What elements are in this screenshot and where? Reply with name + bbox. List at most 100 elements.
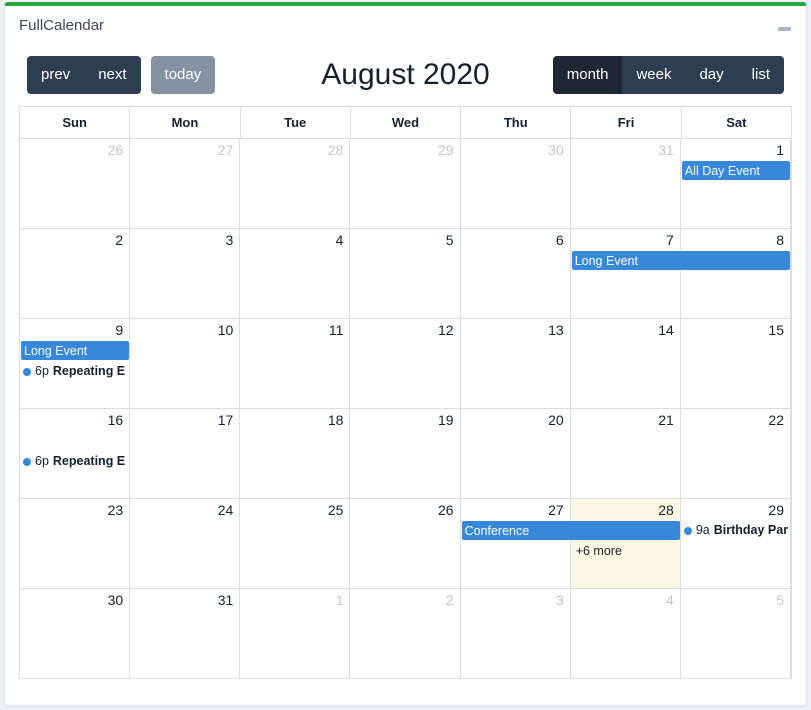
day-number[interactable]: 15 [681, 319, 790, 339]
day-number[interactable]: 31 [571, 139, 680, 159]
calendar-event[interactable]: Conference [461, 521, 680, 540]
view-button-day[interactable]: day [685, 56, 738, 94]
day-cell[interactable]: 28 [240, 139, 351, 228]
day-cell[interactable]: 1 [680, 139, 791, 228]
day-cell[interactable]: 8 [680, 229, 791, 318]
day-cell[interactable]: 26 [350, 499, 461, 588]
day-number[interactable]: 19 [350, 409, 459, 429]
day-number[interactable]: 2 [350, 589, 459, 609]
day-cell[interactable]: 30 [20, 589, 131, 678]
day-number[interactable]: 21 [571, 409, 680, 429]
day-number[interactable]: 30 [461, 139, 570, 159]
day-number[interactable]: 11 [240, 319, 349, 339]
day-number[interactable]: 9 [20, 319, 129, 339]
day-number[interactable]: 26 [20, 139, 129, 159]
day-cell[interactable]: 11 [240, 319, 351, 408]
view-button-week[interactable]: week [622, 56, 686, 94]
day-cell[interactable]: 2 [20, 229, 131, 318]
day-cell[interactable]: 6 [460, 229, 571, 318]
day-number[interactable]: 1 [681, 139, 790, 159]
day-number[interactable]: 3 [130, 229, 239, 249]
today-button[interactable]: today [150, 56, 216, 94]
day-number[interactable]: 17 [130, 409, 239, 429]
day-cell[interactable]: 30 [460, 139, 571, 228]
day-cell[interactable]: 20 [460, 409, 571, 498]
day-cell[interactable]: 18 [240, 409, 351, 498]
day-number[interactable]: 29 [681, 499, 790, 519]
day-number[interactable]: 16 [20, 409, 129, 429]
view-button-month[interactable]: month [552, 56, 623, 94]
day-number[interactable]: 5 [350, 229, 459, 249]
day-cell[interactable]: 23 [20, 499, 131, 588]
day-cell[interactable]: 26 [20, 139, 131, 228]
minimize-icon[interactable] [775, 20, 793, 38]
prev-button[interactable]: prev [27, 56, 85, 94]
day-cell[interactable]: 24 [130, 499, 241, 588]
day-number[interactable]: 27 [130, 139, 239, 159]
day-number[interactable]: 4 [571, 589, 680, 609]
day-number[interactable]: 8 [681, 229, 790, 249]
day-cell[interactable]: 4 [570, 589, 681, 678]
day-number[interactable]: 6 [461, 229, 570, 249]
day-number[interactable]: 25 [240, 499, 349, 519]
day-number[interactable]: 26 [350, 499, 459, 519]
day-number[interactable]: 31 [130, 589, 239, 609]
day-cell[interactable]: 7 [570, 229, 681, 318]
more-events-link[interactable]: +6 more [572, 542, 680, 561]
day-cell[interactable]: 17 [130, 409, 241, 498]
day-number[interactable]: 2 [20, 229, 129, 249]
calendar-event[interactable]: 6p Repeating E [21, 362, 129, 381]
day-number[interactable]: 13 [461, 319, 570, 339]
next-button[interactable]: next [84, 56, 141, 94]
day-number[interactable]: 22 [681, 409, 790, 429]
day-cell[interactable]: 3 [130, 229, 241, 318]
day-number[interactable]: 23 [20, 499, 129, 519]
day-cell[interactable]: 15 [680, 319, 791, 408]
day-cell[interactable]: 31 [130, 589, 241, 678]
week-row: 2 3 4 5 6 7 8 Long Event [20, 229, 791, 319]
calendar-event[interactable]: 6p Repeating E [21, 452, 129, 471]
day-cell[interactable]: 21 [570, 409, 681, 498]
day-number[interactable]: 1 [240, 589, 349, 609]
calendar-event[interactable]: 9a Birthday Par [682, 521, 790, 540]
day-number[interactable]: 10 [130, 319, 239, 339]
day-cell[interactable]: 12 [350, 319, 461, 408]
day-number[interactable]: 27 [461, 499, 570, 519]
day-cell[interactable]: 1 [240, 589, 351, 678]
day-cell[interactable]: 2 [350, 589, 461, 678]
day-cell[interactable]: 3 [460, 589, 571, 678]
day-cell[interactable]: 27 [460, 499, 571, 588]
day-number[interactable]: 7 [571, 229, 680, 249]
week-row: 30 31 1 2 3 4 5 [20, 589, 791, 679]
calendar-event[interactable]: All Day Event [681, 161, 790, 180]
day-cell[interactable]: 27 [130, 139, 241, 228]
day-cell[interactable]: 10 [130, 319, 241, 408]
day-number[interactable]: 29 [350, 139, 459, 159]
day-number[interactable]: 30 [20, 589, 129, 609]
day-cell[interactable]: 19 [350, 409, 461, 498]
calendar-event[interactable]: Long Event [571, 251, 790, 270]
day-cell[interactable]: 25 [240, 499, 351, 588]
day-cell[interactable]: 5 [680, 589, 791, 678]
day-cell[interactable]: 4 [240, 229, 351, 318]
day-number[interactable]: 28 [240, 139, 349, 159]
day-cell[interactable]: 14 [570, 319, 681, 408]
day-number[interactable]: 5 [681, 589, 790, 609]
day-number[interactable]: 28 [571, 499, 680, 519]
day-number[interactable]: 12 [350, 319, 459, 339]
day-cell[interactable]: 29 [350, 139, 461, 228]
day-cell[interactable]: 22 [680, 409, 791, 498]
day-cell[interactable]: 31 [570, 139, 681, 228]
view-button-list[interactable]: list [737, 56, 784, 94]
day-number[interactable]: 18 [240, 409, 349, 429]
day-number[interactable]: 24 [130, 499, 239, 519]
day-number[interactable]: 3 [461, 589, 570, 609]
calendar-event[interactable]: Long Event [21, 341, 130, 360]
week-row: 9 10 11 12 13 14 15 Long Event 6p Repeating E [20, 319, 791, 409]
day-number[interactable]: 20 [461, 409, 570, 429]
day-cell[interactable]: 5 [350, 229, 461, 318]
day-cell[interactable]: 29 [680, 499, 791, 588]
day-cell[interactable]: 13 [460, 319, 571, 408]
day-number[interactable]: 14 [571, 319, 680, 339]
day-number[interactable]: 4 [240, 229, 349, 249]
